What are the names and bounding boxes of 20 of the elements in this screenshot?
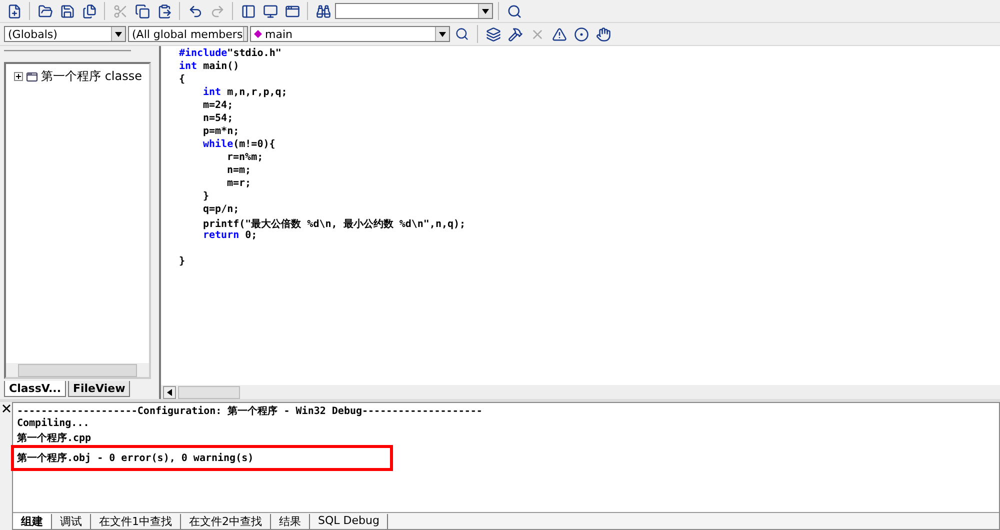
scrollbar-thumb[interactable] <box>178 386 240 398</box>
members-combo[interactable]: (All global members <box>128 26 248 42</box>
horizontal-scrollbar[interactable] <box>161 385 1000 399</box>
function-icon <box>254 30 262 38</box>
close-icon[interactable] <box>2 404 10 413</box>
expand-icon[interactable] <box>14 72 23 81</box>
caret-icon <box>482 8 489 14</box>
tree-item[interactable]: 第一个程序 classe <box>41 68 142 85</box>
class-icon <box>26 70 38 82</box>
find-combo[interactable] <box>335 3 493 19</box>
horizontal-scrollbar[interactable] <box>6 363 149 377</box>
workspace-tab[interactable]: FileView <box>68 381 130 397</box>
caret-icon <box>439 32 446 36</box>
workspace-tab[interactable]: ClassV... <box>4 381 66 397</box>
caret-icon <box>115 32 122 36</box>
function-combo[interactable]: main <box>250 26 450 42</box>
left-arrow-icon <box>167 388 172 396</box>
scope-combo[interactable]: (Globals) <box>4 26 126 42</box>
output-log: --------------------Configuration: 第一个程序 - Win32 Debug-------------------- Compiling... 第一个程序.cpp 第一个程序.obj - 0 error(s), 0 warning(s) <box>13 403 999 512</box>
output-tab[interactable]: 组建 <box>13 514 52 529</box>
